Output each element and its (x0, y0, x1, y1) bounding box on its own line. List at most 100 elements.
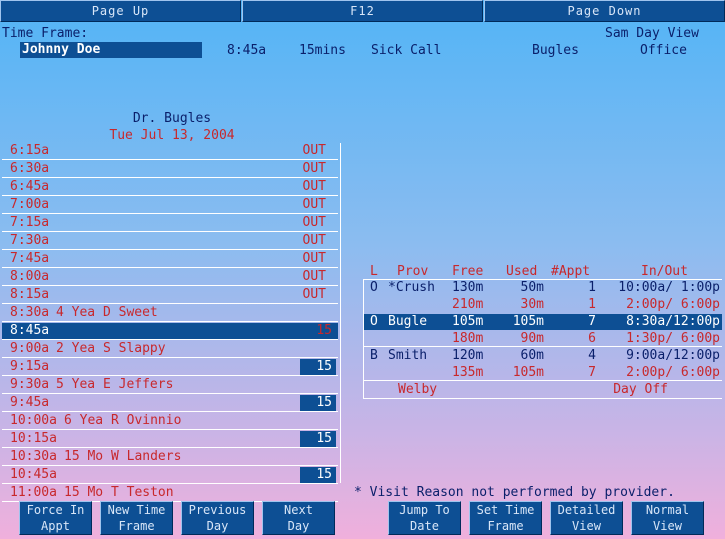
provider-appt: 1 (588, 280, 596, 295)
schedule-row[interactable]: 10:00a 6 Yea R Ovinnio (2, 413, 338, 430)
schedule-date: Tue Jul 13, 2004 (109, 128, 235, 143)
provider-used: 50m (520, 280, 544, 295)
schedule-row[interactable]: 9:15a 15 (2, 359, 338, 376)
slot-time: 6:30a (10, 161, 50, 176)
page-down-button[interactable]: Page Down (484, 0, 725, 22)
button-label: Day (287, 519, 310, 533)
schedule-row[interactable]: 10:30a 15 Mo W Landers (2, 449, 338, 466)
next-day-button[interactable]: Next Day (262, 501, 335, 535)
col-header-used: Used (506, 264, 538, 279)
button-label: Frame (487, 519, 524, 533)
page-up-button[interactable]: Page Up (0, 0, 241, 22)
provider-inout: 10:00a/ 1:00p (618, 280, 720, 295)
provider-row[interactable]: 180m 90m 6 1:30p/ 6:00p (364, 331, 722, 347)
slot-time: 7:45a (10, 251, 50, 266)
provider-appt: 1 (588, 297, 596, 312)
slot-status: OUT (302, 179, 326, 194)
normal-view-button[interactable]: Normal View (631, 501, 704, 535)
schedule-row[interactable]: 6:30a OUT (2, 161, 338, 178)
schedule-row[interactable]: 6:45a OUT (2, 179, 338, 196)
slot-time: 8:30a (10, 305, 50, 320)
schedule-row[interactable]: 11:00a 15 Mo T Teston (2, 485, 338, 502)
schedule-row[interactable]: 7:00a OUT (2, 197, 338, 214)
slot-patient: 2 Yea S Slappy (56, 341, 166, 356)
force-in-appt-button[interactable]: Force In Appt (19, 501, 92, 535)
provider-appt: 6 (588, 331, 596, 346)
set-time-frame-button[interactable]: Set Time Frame (469, 501, 542, 535)
slot-minutes: 15 (300, 431, 336, 447)
schedule-row[interactable]: 9:30a 5 Yea E Jeffers (2, 377, 338, 394)
provider-row[interactable]: Welby Day Off (364, 382, 722, 398)
col-header-prov: Prov (397, 264, 429, 279)
new-time-frame-button[interactable]: New Time Frame (100, 501, 173, 535)
slot-time: 10:00a (10, 413, 57, 428)
provider-used: 105m (512, 365, 544, 380)
slot-status: OUT (302, 251, 326, 266)
schedule-row[interactable]: 7:45a OUT (2, 251, 338, 268)
view-mode-label: Sam Day View (605, 26, 699, 41)
provider-free: 105m (452, 314, 484, 329)
slot-time: 8:15a (10, 287, 50, 302)
schedule-row[interactable]: 8:00a OUT (2, 269, 338, 286)
provider-row[interactable]: B Smith 120m 60m 4 9:00a/12:00p (364, 348, 722, 364)
button-label: Normal (645, 503, 690, 517)
provider-inout: 2:00p/ 6:00p (626, 365, 720, 380)
schedule-row[interactable]: 7:30a OUT (2, 233, 338, 250)
appt-provider: Bugles (532, 43, 579, 58)
button-label: View (572, 519, 601, 533)
slot-time: 8:00a (10, 269, 50, 284)
schedule-row[interactable]: 8:30a 4 Yea D Sweet (2, 305, 338, 322)
appt-duration: 15mins (299, 43, 346, 58)
schedule-row[interactable]: 10:45a 15 (2, 467, 338, 484)
slot-minutes: 15 (300, 467, 336, 483)
slot-time: 7:00a (10, 197, 50, 212)
jump-to-date-button[interactable]: Jump To Date (388, 501, 461, 535)
schedule-row[interactable]: 8:45a 15 (2, 323, 338, 340)
provider-group-divider (364, 346, 722, 347)
f12-button[interactable]: F12 (242, 0, 483, 22)
schedule-divider (340, 143, 341, 483)
button-label: Next (284, 503, 313, 517)
slot-time: 8:45a (10, 323, 50, 338)
provider-l: O (370, 314, 378, 329)
provider-used: 30m (520, 297, 544, 312)
provider-row[interactable]: 135m 105m 7 2:00p/ 6:00p (364, 365, 722, 381)
slot-patient: 6 Yea R Ovinnio (64, 413, 182, 428)
schedule-row[interactable]: 8:15a OUT (2, 287, 338, 304)
patient-name-field[interactable]: Johnny Doe (20, 42, 202, 58)
provider-inout: 8:30a/12:00p (626, 314, 720, 329)
slot-time: 9:15a (10, 359, 50, 374)
schedule-row[interactable]: 10:15a 15 (2, 431, 338, 448)
detailed-view-button[interactable]: Detailed View (550, 501, 623, 535)
footnote: * Visit Reason not performed by provider… (354, 485, 675, 500)
provider-used: 60m (520, 348, 544, 363)
previous-day-button[interactable]: Previous Day (181, 501, 254, 535)
slot-time: 7:30a (10, 233, 50, 248)
provider-row[interactable]: O *Crush 130m 50m 1 10:00a/ 1:00p (364, 280, 722, 296)
provider-inout: Day Off (613, 382, 668, 397)
provider-inout: 9:00a/12:00p (626, 348, 720, 363)
provider-row[interactable]: 210m 30m 1 2:00p/ 6:00p (364, 297, 722, 313)
provider-group-divider (364, 398, 722, 399)
slot-time: 9:30a (10, 377, 50, 392)
provider-row[interactable]: O Bugle 105m 105m 7 8:30a/12:00p (364, 314, 722, 330)
slot-time: 7:15a (10, 215, 50, 230)
button-label: Set Time (476, 503, 535, 517)
button-label: Detailed (557, 503, 616, 517)
slot-time: 6:15a (10, 143, 50, 158)
col-header-free: Free (452, 264, 484, 279)
slot-status: OUT (302, 215, 326, 230)
schedule-row[interactable]: 9:45a 15 (2, 395, 338, 412)
provider-free: 180m (452, 331, 484, 346)
provider-free: 210m (452, 297, 484, 312)
provider-appt: 4 (588, 348, 596, 363)
slot-status: OUT (302, 287, 326, 302)
button-label: Day (206, 519, 229, 533)
provider-l: B (370, 348, 378, 363)
slot-time: 10:30a (10, 449, 57, 464)
schedule-row[interactable]: 9:00a 2 Yea S Slappy (2, 341, 338, 358)
schedule-row[interactable]: 7:15a OUT (2, 215, 338, 232)
button-label: Date (410, 519, 439, 533)
slot-minutes: 15 (300, 395, 336, 411)
schedule-row[interactable]: 6:15a OUT (2, 143, 338, 160)
